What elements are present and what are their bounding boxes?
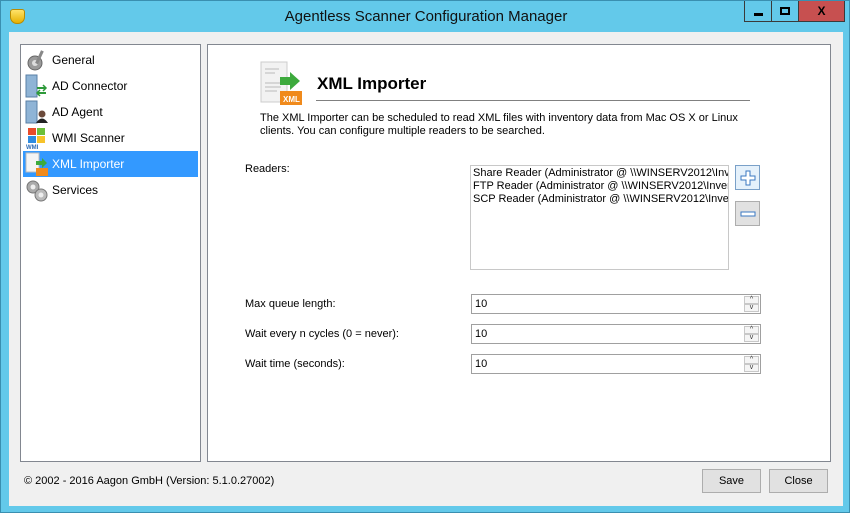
title-bar[interactable]: Agentless Scanner Configuration Manager … [1,1,850,32]
copyright-text: © 2002 - 2016 Aagon GmbH (Version: 5.1.0… [24,475,275,487]
sidebar-item-ad-agent[interactable]: AD Agent [23,99,198,125]
svg-text:WMI: WMI [26,145,39,150]
wait-time-label: Wait time (seconds): [245,358,345,370]
wait-cycles-stepper[interactable]: 10 ^ v [471,324,761,344]
stepper-value[interactable]: 10 [475,328,487,340]
sidebar-item-services[interactable]: Services [23,177,198,203]
spin-up-icon[interactable]: ^ [744,356,759,364]
maximize-button[interactable] [772,1,799,22]
spin-down-icon[interactable]: v [744,334,759,342]
sidebar-item-label: AD Connector [52,79,128,93]
sidebar-item-xml-importer[interactable]: XML Importer [23,151,198,177]
save-button[interactable]: Save [702,469,761,493]
app-window: Agentless Scanner Configuration Manager … [0,0,850,513]
ad-agent-icon [25,100,49,124]
spin-down-icon[interactable]: v [744,364,759,372]
wait-cycles-label: Wait every n cycles (0 = never): [245,328,399,340]
window-title: Agentless Scanner Configuration Manager [284,8,568,25]
sidebar-item-label: General [52,53,95,67]
max-queue-length-stepper[interactable]: 10 ^ v [471,294,761,314]
ad-connector-icon [25,74,49,98]
stepper-value[interactable]: 10 [475,358,487,370]
sidebar-item-ad-connector[interactable]: AD Connector [23,73,198,99]
add-reader-button[interactable] [735,165,760,190]
wait-time-stepper[interactable]: 10 ^ v [471,354,761,374]
settings-panel: XML XML Importer The XML Importer can be… [207,44,831,462]
sidebar-item-general[interactable]: General [23,47,198,73]
minimize-icon [753,12,763,16]
page-title: XML Importer [317,74,427,93]
stepper-value[interactable]: 10 [475,298,487,310]
title-divider [316,100,750,101]
sidebar-item-label: XML Importer [52,157,125,171]
windows-wmi-icon: WMI [25,126,49,151]
maximize-icon [780,7,790,15]
page-description: The XML Importer can be scheduled to rea… [260,112,738,137]
sidebar-item-label: Services [52,183,99,197]
close-button[interactable]: Close [769,469,828,493]
sidebar-nav: General AD Connector AD Agent WMI WMI Sc… [20,44,201,462]
sidebar-item-wmi-scanner[interactable]: WMI WMI Scanner [23,125,198,151]
svg-text:XML: XML [283,95,300,104]
spin-up-icon[interactable]: ^ [744,296,759,304]
minus-icon [740,211,755,216]
max-queue-length-label: Max queue length: [245,298,336,310]
list-item[interactable]: FTP Reader (Administrator @ \\WINSERV201… [473,180,728,193]
spin-up-icon[interactable]: ^ [744,326,759,334]
readers-label: Readers: [245,163,290,175]
gears-icon [25,178,49,202]
remove-reader-button[interactable] [735,201,760,226]
client-area: General AD Connector AD Agent WMI WMI Sc… [9,32,843,506]
list-item[interactable]: SCP Reader (Administrator @ \\WINSERV201… [473,193,728,206]
sidebar-item-label: AD Agent [52,105,103,119]
close-window-button[interactable]: X [799,1,845,22]
xml-import-icon [25,152,49,176]
close-icon: X [817,4,826,18]
xml-importer-header-icon: XML [260,61,304,107]
readers-list[interactable]: Share Reader (Administrator @ \\WINSERV2… [470,165,729,270]
list-item[interactable]: Share Reader (Administrator @ \\WINSERV2… [473,167,728,180]
sidebar-item-label: WMI Scanner [52,131,125,145]
plus-icon [740,170,755,185]
gear-wrench-icon [25,48,49,72]
minimize-button[interactable] [744,1,772,22]
spin-down-icon[interactable]: v [744,304,759,312]
